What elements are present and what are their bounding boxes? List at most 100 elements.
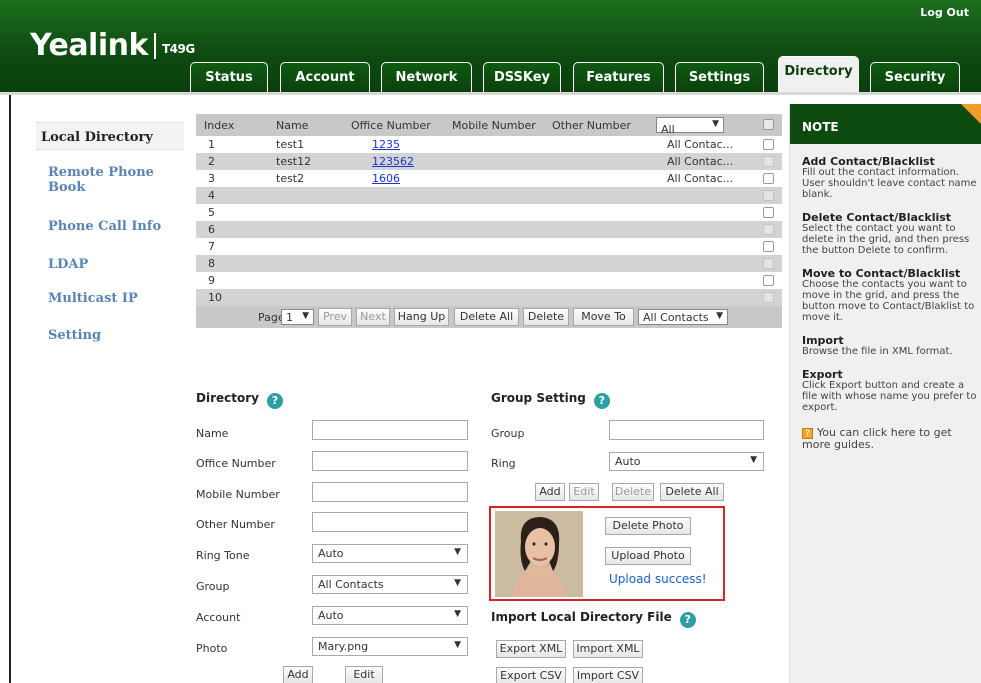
row-index: 3 bbox=[208, 172, 215, 185]
select-all-checkbox[interactable] bbox=[763, 119, 774, 130]
grid-rows: 1 test1 1235 All Contac... 2 test12 123562 All … bbox=[196, 136, 782, 306]
group-add-button[interactable]: Add bbox=[535, 483, 565, 501]
tab-network[interactable]: Network bbox=[381, 62, 472, 92]
hang-up-button[interactable]: Hang Up bbox=[394, 308, 449, 326]
sidebar-item-setting[interactable]: Setting bbox=[48, 328, 101, 343]
delete-button[interactable]: Delete bbox=[523, 308, 569, 326]
table-row[interactable]: 2 test12 123562 All Contac... bbox=[196, 153, 782, 170]
help-icon[interactable]: ? bbox=[266, 393, 283, 409]
sidebar-item-multicast-ip[interactable]: Multicast IP bbox=[48, 291, 138, 306]
note-section-text: Browse the file in XML format. bbox=[802, 346, 953, 357]
row-index: 2 bbox=[208, 155, 215, 168]
import-section-title: Import Local Directory File? bbox=[491, 610, 696, 628]
group-setting-ring-select[interactable]: Auto ▼ bbox=[609, 452, 764, 471]
office-number-link[interactable]: 123562 bbox=[372, 155, 414, 168]
row-checkbox[interactable] bbox=[763, 224, 774, 235]
next-button[interactable]: Next bbox=[356, 308, 390, 326]
row-checkbox[interactable] bbox=[763, 190, 774, 201]
table-row[interactable]: 5 bbox=[196, 204, 782, 221]
name-label: Name bbox=[196, 427, 229, 440]
export-csv-button[interactable]: Export CSV bbox=[496, 667, 566, 683]
logout-link[interactable]: Log Out bbox=[920, 6, 969, 19]
row-checkbox[interactable] bbox=[763, 156, 774, 167]
row-name: test1 bbox=[276, 138, 305, 151]
tab-directory[interactable]: Directory bbox=[778, 56, 859, 92]
help-icon[interactable]: ? bbox=[593, 393, 610, 409]
export-xml-button[interactable]: Export XML bbox=[496, 640, 566, 658]
group-delete-button[interactable]: Delete bbox=[612, 483, 654, 501]
col-other-number: Other Number bbox=[552, 119, 631, 132]
row-checkbox[interactable] bbox=[763, 139, 774, 150]
contact-photo bbox=[495, 511, 583, 597]
tab-security[interactable]: Security bbox=[870, 62, 960, 92]
group-setting-group-input[interactable] bbox=[609, 420, 764, 440]
table-row[interactable]: 9 bbox=[196, 272, 782, 289]
office-number-label: Office Number bbox=[196, 457, 276, 470]
table-row[interactable]: 3 test2 1606 All Contac... bbox=[196, 170, 782, 187]
mobile-number-input[interactable] bbox=[312, 482, 468, 502]
note-section-text: Fill out the contact information. User s… bbox=[802, 167, 977, 200]
note-title: NOTE bbox=[790, 104, 981, 144]
sidebar-item-ldap[interactable]: LDAP bbox=[48, 257, 88, 272]
tab-dsskey[interactable]: DSSKey bbox=[483, 62, 561, 92]
upload-status-text: Upload success! bbox=[609, 572, 707, 586]
move-target-select[interactable]: All Contacts ▼ bbox=[638, 309, 728, 325]
row-name: test2 bbox=[276, 172, 305, 185]
tab-account[interactable]: Account bbox=[280, 62, 370, 92]
upload-photo-button[interactable]: Upload Photo bbox=[605, 547, 691, 565]
col-mobile-number: Mobile Number bbox=[452, 119, 536, 132]
sidebar-item-remote-phone-book[interactable]: Remote Phone Book bbox=[48, 165, 158, 195]
ring-tone-select[interactable]: Auto ▼ bbox=[312, 544, 468, 563]
row-checkbox[interactable] bbox=[763, 241, 774, 252]
note-section-title: Add Contact/Blacklist bbox=[802, 155, 935, 168]
row-group: All Contac... bbox=[667, 138, 734, 151]
row-checkbox[interactable] bbox=[763, 173, 774, 184]
contact-add-button[interactable]: Add bbox=[283, 666, 313, 683]
col-index: Index bbox=[204, 119, 235, 132]
table-row[interactable]: 7 bbox=[196, 238, 782, 255]
table-row[interactable]: 8 bbox=[196, 255, 782, 272]
table-row[interactable]: 4 bbox=[196, 187, 782, 204]
page-select[interactable]: 1 ▼ bbox=[281, 309, 314, 325]
row-group: All Contac... bbox=[667, 155, 734, 168]
row-group: All Contac... bbox=[667, 172, 734, 185]
row-index: 6 bbox=[208, 223, 215, 236]
sidebar-item-local-directory[interactable]: Local Directory bbox=[41, 130, 153, 145]
import-csv-button[interactable]: Import CSV bbox=[573, 667, 643, 683]
note-section-title: Import bbox=[802, 334, 844, 347]
row-checkbox[interactable] bbox=[763, 275, 774, 286]
row-checkbox[interactable] bbox=[763, 292, 774, 303]
import-xml-button[interactable]: Import XML bbox=[573, 640, 643, 658]
other-number-input[interactable] bbox=[312, 512, 468, 532]
table-row[interactable]: 10 bbox=[196, 289, 782, 306]
office-number-input[interactable] bbox=[312, 451, 468, 471]
note-body: Add Contact/Blacklist Fill out the conta… bbox=[802, 156, 978, 450]
photo-select[interactable]: Mary.png ▼ bbox=[312, 637, 468, 656]
office-number-link[interactable]: 1606 bbox=[372, 172, 400, 185]
table-row[interactable]: 1 test1 1235 All Contac... bbox=[196, 136, 782, 153]
name-input[interactable] bbox=[312, 420, 468, 440]
group-select[interactable]: All Contacts ▼ bbox=[312, 575, 468, 594]
tab-settings[interactable]: Settings bbox=[675, 62, 764, 92]
guides-link[interactable]: ? You can click here to get more guides. bbox=[802, 427, 978, 450]
row-checkbox[interactable] bbox=[763, 258, 774, 269]
note-section-text: Select the contact you want to delete in… bbox=[802, 223, 970, 256]
group-label: Group bbox=[196, 580, 230, 593]
move-to-button[interactable]: Move To bbox=[573, 308, 634, 326]
account-select[interactable]: Auto ▼ bbox=[312, 606, 468, 625]
office-number-link[interactable]: 1235 bbox=[372, 138, 400, 151]
sidebar-item-phone-call-info[interactable]: Phone Call Info bbox=[48, 219, 161, 234]
delete-all-button[interactable]: Delete All bbox=[454, 308, 519, 326]
help-icon[interactable]: ? bbox=[679, 612, 696, 628]
table-row[interactable]: 6 bbox=[196, 221, 782, 238]
tab-features[interactable]: Features bbox=[573, 62, 664, 92]
group-edit-button[interactable]: Edit bbox=[569, 483, 599, 501]
delete-photo-button[interactable]: Delete Photo bbox=[605, 517, 691, 535]
row-checkbox[interactable] bbox=[763, 207, 774, 218]
contact-edit-button[interactable]: Edit bbox=[345, 666, 383, 683]
group-delete-all-button[interactable]: Delete All bbox=[660, 483, 724, 501]
col-name: Name bbox=[276, 119, 309, 132]
tab-status[interactable]: Status bbox=[190, 62, 268, 92]
group-filter-select[interactable]: All Contacts▼ bbox=[656, 117, 724, 149]
prev-button[interactable]: Prev bbox=[318, 308, 352, 326]
